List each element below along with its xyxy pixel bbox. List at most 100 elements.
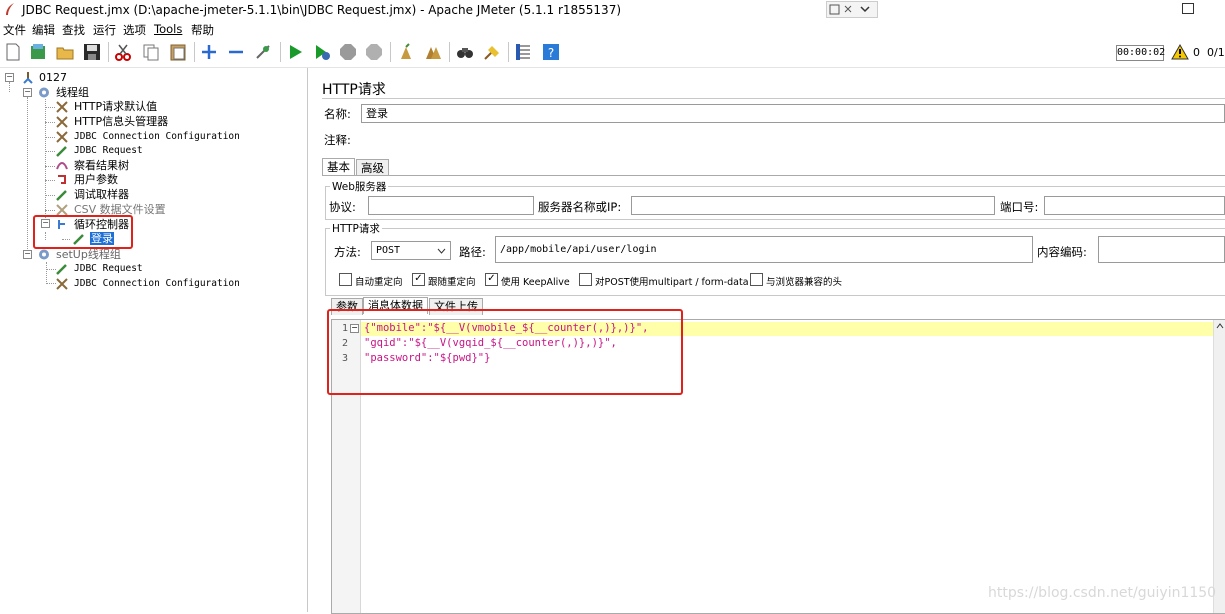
- toggle-icon[interactable]: [254, 43, 272, 61]
- start-no-pause-icon[interactable]: [313, 43, 331, 61]
- watermark: https://blog.csdn.net/guiyin1150: [988, 585, 1217, 601]
- test-plan-icon: [23, 72, 33, 84]
- auto-redirect-checkbox[interactable]: [339, 273, 352, 286]
- templates-icon[interactable]: [29, 43, 47, 61]
- editor-scrollbar[interactable]: [1213, 320, 1225, 613]
- tree-debug-sampler[interactable]: 调试取样器: [74, 188, 129, 202]
- collapse-icon[interactable]: [227, 43, 245, 61]
- keepalive-label: 使用 KeepAlive: [501, 277, 570, 288]
- tree-user-params[interactable]: 用户参数: [74, 173, 118, 187]
- toolbar: ? 00:00:02 0 0/1: [0, 38, 1225, 68]
- comment-label: 注释:: [324, 133, 351, 147]
- menu-help[interactable]: 帮助: [191, 22, 214, 38]
- menu-bar: 文件 编辑 查找 运行 选项 Tools 帮助: [0, 20, 1225, 37]
- active-threads: 0/1: [1207, 46, 1225, 59]
- gear-icon: [39, 249, 49, 260]
- menu-file[interactable]: 文件: [3, 22, 26, 38]
- port-field[interactable]: [1044, 196, 1225, 215]
- cut-icon[interactable]: [114, 43, 132, 61]
- name-label: 名称:: [324, 107, 351, 121]
- expand-icon[interactable]: [200, 43, 218, 61]
- tree-setup-jdbc-request[interactable]: JDBC Request: [74, 262, 143, 276]
- protocol-label: 协议:: [329, 200, 356, 214]
- open-icon[interactable]: [56, 43, 74, 61]
- path-field[interactable]: /app/mobile/api/user/login: [495, 236, 1033, 263]
- warning-icon[interactable]: [1171, 44, 1189, 60]
- stop-icon[interactable]: [339, 43, 357, 61]
- shutdown-icon[interactable]: [365, 43, 383, 61]
- tab-basic[interactable]: 基本: [322, 158, 355, 175]
- port-label: 端口号:: [1000, 200, 1039, 214]
- http-request-legend: HTTP请求: [330, 221, 382, 236]
- elapsed-timer: 00:00:02: [1116, 45, 1165, 61]
- http-request-panel: HTTP请求 名称: 登录 注释: 基本 高级 Web服务器 协议: 服务器名称…: [311, 68, 1225, 614]
- root-expander[interactable]: −: [5, 73, 14, 82]
- layout-switcher-button[interactable]: [826, 1, 878, 18]
- help-icon[interactable]: ?: [542, 43, 560, 61]
- function-helper-icon[interactable]: [515, 43, 533, 61]
- keepalive-checkbox[interactable]: ✓: [485, 273, 498, 286]
- sampler-icon: [56, 146, 67, 157]
- new-icon[interactable]: [4, 43, 22, 61]
- chevron-down-icon: [437, 248, 446, 254]
- reset-search-icon[interactable]: [483, 43, 501, 61]
- setup-group-expander[interactable]: −: [23, 250, 32, 259]
- menu-search[interactable]: 查找: [62, 22, 85, 38]
- config-element-icon: [56, 278, 68, 290]
- clear-all-icon[interactable]: [424, 43, 442, 61]
- tree-jdbc-config[interactable]: JDBC Connection Configuration: [74, 130, 240, 144]
- encoding-field[interactable]: [1098, 236, 1225, 263]
- config-element-icon: [56, 116, 68, 128]
- highlight-box-tree: [33, 215, 133, 249]
- name-field[interactable]: 登录: [361, 104, 1225, 123]
- jmeter-feather-icon: [6, 3, 14, 15]
- search-icon[interactable]: [456, 43, 474, 61]
- tree-setup-group[interactable]: setUp线程组: [56, 248, 121, 262]
- tree-header-manager[interactable]: HTTP信息头管理器: [74, 115, 168, 129]
- config-element-icon: [56, 101, 68, 113]
- browser-headers-checkbox[interactable]: [750, 273, 763, 286]
- tree-setup-jdbc-config[interactable]: JDBC Connection Configuration: [74, 277, 240, 291]
- protocol-field[interactable]: [368, 196, 534, 215]
- server-field[interactable]: [631, 196, 995, 215]
- tree-thread-group[interactable]: 线程组: [56, 86, 89, 100]
- config-element-icon: [56, 131, 68, 143]
- tree-root[interactable]: 0127: [39, 71, 67, 85]
- multipart-checkbox[interactable]: [579, 273, 592, 286]
- browser-headers-label: 与浏览器兼容的头: [766, 277, 843, 288]
- auto-redirect-label: 自动重定向: [355, 277, 403, 288]
- preprocessor-icon: [58, 175, 66, 184]
- restore-window-icon[interactable]: [1182, 3, 1194, 14]
- thread-group-expander[interactable]: −: [23, 88, 32, 97]
- follow-redirect-checkbox[interactable]: ✓: [412, 273, 425, 286]
- menu-edit[interactable]: 编辑: [32, 22, 55, 38]
- menu-run[interactable]: 运行: [93, 22, 116, 38]
- menu-tools[interactable]: Tools: [154, 22, 182, 36]
- tab-advanced[interactable]: 高级: [356, 159, 389, 176]
- window-title: JDBC Request.jmx (D:\apache-jmeter-5.1.1…: [22, 3, 622, 17]
- menu-options[interactable]: 选项: [123, 22, 146, 38]
- follow-redirect-label: 跟随重定向: [428, 277, 476, 288]
- server-label: 服务器名称或IP:: [538, 200, 622, 214]
- multipart-label: 对POST使用multipart / form-data: [595, 277, 749, 288]
- start-icon[interactable]: [287, 43, 305, 61]
- title-bar: JDBC Request.jmx (D:\apache-jmeter-5.1.1…: [0, 0, 1225, 20]
- tree-http-defaults[interactable]: HTTP请求默认值: [74, 100, 157, 114]
- method-value: POST: [376, 245, 401, 256]
- tree-view-results[interactable]: 察看结果树: [74, 159, 129, 173]
- encoding-label: 内容编码:: [1037, 245, 1087, 259]
- method-select[interactable]: POST: [371, 241, 451, 260]
- copy-icon[interactable]: [142, 43, 160, 61]
- gear-icon: [39, 87, 49, 98]
- svg-text:?: ?: [548, 46, 554, 60]
- panel-title: HTTP请求: [322, 82, 386, 98]
- clear-icon[interactable]: [397, 43, 415, 61]
- scroll-up-icon[interactable]: [1216, 323, 1224, 329]
- sampler-icon: [56, 264, 67, 275]
- save-icon[interactable]: [83, 43, 101, 61]
- highlight-box-body: [327, 309, 683, 395]
- warning-count: 0: [1193, 46, 1200, 59]
- paste-icon[interactable]: [169, 43, 187, 61]
- tree-jdbc-request[interactable]: JDBC Request: [74, 144, 143, 158]
- sampler-icon: [56, 190, 67, 201]
